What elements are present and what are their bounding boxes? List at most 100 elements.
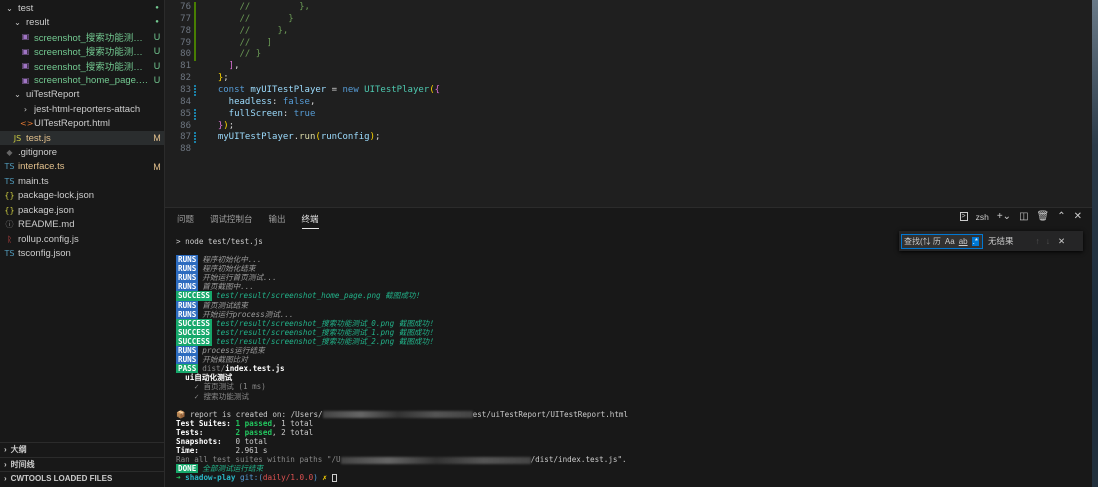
explorer-item-label: UITestReport.html bbox=[34, 118, 111, 130]
terminal-line: Snapshots: 0 total bbox=[176, 437, 628, 446]
sidebar-section[interactable]: › 时间线 bbox=[0, 456, 164, 471]
explorer-item[interactable]: JS test.js M bbox=[0, 131, 164, 146]
redacted-path bbox=[340, 456, 531, 464]
explorer-item[interactable]: ▣ screenshot_home_page.png U bbox=[0, 73, 164, 87]
line-number: 88 bbox=[180, 144, 191, 155]
explorer-item[interactable]: ▣ screenshot_搜索功能测试_0... U bbox=[0, 30, 164, 44]
terminal-text: est/uiTestReport/UITestReport.html bbox=[472, 409, 629, 419]
terminal-text: shadow-play bbox=[185, 473, 236, 483]
explorer-item[interactable]: <> UITestReport.html bbox=[0, 117, 164, 131]
line-number: 80 bbox=[180, 49, 191, 60]
terminal-output[interactable]: > node test/test.js RUNS 程序初始化中... RUNS 程序初始… bbox=[176, 237, 629, 483]
match-case-toggle[interactable]: Aa bbox=[945, 237, 955, 246]
explorer-sidebar: ⌄ test ● ⌄ result ● ▣ screenshot_搜索功能测试_0... U ▣ s… bbox=[0, 0, 165, 487]
git-gutter-marker bbox=[194, 49, 196, 62]
chevron-right-icon: › bbox=[4, 445, 7, 454]
code-token: } bbox=[207, 73, 224, 84]
terminal-text: test/result/screenshot_home_page.png 截图成… bbox=[216, 291, 424, 301]
find-result: 无结果 bbox=[988, 236, 1014, 246]
split-terminal-icon[interactable]: ◫ bbox=[1019, 211, 1028, 222]
explorer-item[interactable]: ᚱ rollup.config.js bbox=[0, 232, 164, 246]
status-tag: RUNS bbox=[176, 309, 199, 319]
next-match-icon[interactable]: ↓ bbox=[1046, 236, 1050, 246]
explorer-item[interactable]: ▣ screenshot_搜索功能测试_1....U bbox=[0, 44, 164, 58]
code-editor[interactable]: 76 // }, 77 // } 78 // }, 79 // ] 80 // } 81 … bbox=[165, 0, 1092, 207]
ts-icon: TS bbox=[4, 162, 15, 172]
code-token: // ] bbox=[207, 37, 273, 48]
image-icon: ▣ bbox=[21, 61, 30, 71]
regex-toggle[interactable]: .* bbox=[971, 236, 979, 246]
section-label: 大纲 bbox=[10, 445, 27, 454]
terminal-line: PASS dist/index.test.js bbox=[176, 364, 628, 374]
explorer-item[interactable]: {} package.json bbox=[0, 203, 164, 217]
terminal-text: 2 passed bbox=[235, 427, 273, 437]
redacted-path bbox=[322, 411, 473, 419]
explorer-item-label: tsconfig.json bbox=[18, 248, 71, 260]
terminal-line: SUCCESS test/result/screenshot_搜索功能测试_1.p… bbox=[176, 327, 628, 337]
terminal-text: ✓ 搜索功能测试 bbox=[194, 391, 250, 401]
explorer-item-label: README.md bbox=[18, 219, 75, 231]
code-token: // }, bbox=[207, 25, 289, 36]
whole-word-toggle[interactable]: ab bbox=[959, 237, 968, 246]
chevron-down-icon: ⌄ bbox=[14, 17, 21, 27]
code-line: }; bbox=[207, 73, 229, 83]
terminal-text: ➜ bbox=[176, 473, 181, 483]
terminal-text: 程序初始化结束 bbox=[202, 264, 256, 274]
status-tag: SUCCESS bbox=[176, 291, 213, 301]
bottom-panel: 问题 调试控制台 输出 终端 > zsh +⌄ ◫ 🗑 ⌃ ✕ 查找(⇅ 历 Aa a… bbox=[165, 207, 1092, 487]
chevron-right-icon: › bbox=[4, 474, 7, 483]
terminal-text: > node test/test.js bbox=[176, 237, 263, 246]
git-gutter-marker bbox=[194, 37, 196, 50]
explorer-item[interactable]: TS tsconfig.json bbox=[0, 247, 164, 261]
shell-name[interactable]: zsh bbox=[976, 212, 989, 222]
terminal-line: RUNS 程序初始化中... bbox=[176, 255, 628, 265]
git-status-badge: M bbox=[153, 161, 161, 172]
close-find-icon[interactable]: ✕ bbox=[1058, 236, 1065, 247]
panel-tab[interactable]: 终端 bbox=[301, 213, 319, 229]
explorer-item[interactable]: {} package-lock.json bbox=[0, 189, 164, 203]
js-icon: JS bbox=[13, 133, 22, 143]
modified-dot-icon: ● bbox=[155, 19, 159, 26]
json-icon: {} bbox=[4, 205, 15, 215]
explorer-item[interactable]: ⌄ result ● bbox=[0, 15, 164, 29]
sidebar-section[interactable]: › 大纲 bbox=[0, 442, 164, 456]
prev-match-icon[interactable]: ↑ bbox=[1036, 236, 1040, 246]
explorer-item[interactable]: TS main.ts bbox=[0, 174, 164, 188]
terminal-text: Ran all test suites within paths "/U bbox=[176, 455, 341, 465]
chevron-right-icon: › bbox=[23, 104, 28, 114]
modified-dot-icon: ● bbox=[155, 5, 159, 11]
trash-icon[interactable]: 🗑 bbox=[1037, 211, 1050, 222]
explorer-item-label: test.js bbox=[26, 132, 51, 144]
explorer-item[interactable]: ◆ .gitignore bbox=[0, 146, 164, 160]
maximize-panel-icon[interactable]: ⌃ bbox=[1057, 211, 1065, 222]
code-token: myUITestPlayer bbox=[207, 132, 294, 143]
terminal-text: 开始运行process测试... bbox=[202, 309, 294, 319]
panel-tab[interactable]: 问题 bbox=[177, 213, 194, 229]
explorer-item[interactable]: ⌄ test ● bbox=[0, 1, 164, 15]
find-input[interactable]: 查找(⇅ 历 Aa ab .* bbox=[901, 233, 983, 249]
code-token: = bbox=[326, 84, 343, 95]
status-tag: RUNS bbox=[176, 300, 199, 310]
explorer-item[interactable]: › jest-html-reporters-attach bbox=[0, 102, 164, 116]
tsconfig-icon: TS bbox=[4, 249, 15, 259]
line-number: 84 bbox=[180, 96, 191, 107]
status-tag: SUCCESS bbox=[176, 327, 213, 337]
panel-tab[interactable]: 调试控制台 bbox=[210, 213, 253, 229]
terminal-text: dist/ bbox=[202, 364, 226, 374]
sidebar-section[interactable]: › CWTOOLS LOADED FILES bbox=[0, 471, 164, 485]
status-tag: RUNS bbox=[176, 346, 199, 356]
image-icon: ▣ bbox=[21, 46, 30, 56]
line-number: 76 bbox=[180, 2, 191, 12]
explorer-item-label: package.json bbox=[18, 204, 74, 216]
close-panel-icon[interactable]: ✕ bbox=[1074, 211, 1082, 222]
new-terminal-icon[interactable]: +⌄ bbox=[997, 211, 1011, 222]
status-tag: DONE bbox=[176, 464, 199, 474]
panel-tab[interactable]: 输出 bbox=[269, 213, 286, 229]
explorer-item[interactable]: ⌄ uiTestReport bbox=[0, 88, 164, 102]
explorer-item[interactable]: ⓘ README.md bbox=[0, 218, 164, 232]
terminal-find-widget: 查找(⇅ 历 Aa ab .* 无结果 ↑ ↓ ✕ bbox=[899, 231, 1083, 251]
terminal-text: 📦 report is created on: /Users/ bbox=[176, 409, 323, 419]
explorer-item[interactable]: ▣ screenshot_搜索功能测试_2... U bbox=[0, 59, 164, 73]
explorer-item[interactable]: TS interface.ts M bbox=[0, 160, 164, 174]
terminal-text: index.test.js bbox=[225, 364, 285, 374]
